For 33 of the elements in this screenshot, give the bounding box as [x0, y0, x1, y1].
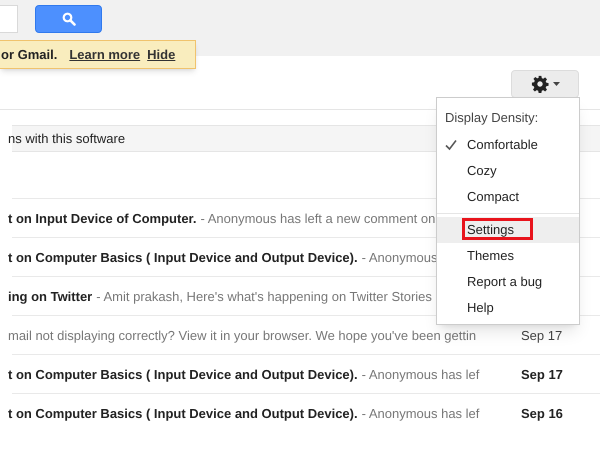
email-snippet: - Anonymous has left a new comment on	[200, 210, 436, 228]
info-text: ns with this software	[8, 130, 126, 148]
email-date: Sep 17	[521, 327, 562, 345]
email-snippet: - Anonymous	[362, 249, 438, 267]
email-snippet: - Amit prakash, Here's what's happening on Twitter Stories	[96, 288, 432, 306]
menu-item[interactable]: Compact	[467, 187, 520, 207]
menu-item[interactable]: Help	[467, 298, 494, 318]
search-button[interactable]	[35, 5, 102, 33]
menu-item[interactable]: Cozy	[467, 161, 497, 181]
email-snippet: - Anonymous has lef	[362, 366, 480, 384]
email-date: Sep 17	[521, 366, 563, 384]
menu-item[interactable]: Settings	[467, 220, 514, 240]
menu-item[interactable]: Themes	[467, 246, 514, 266]
search-icon	[62, 12, 76, 26]
email-subject: t on Input Device of Computer.	[8, 210, 197, 228]
banner-link[interactable]: Hide	[147, 44, 176, 64]
menu-heading: Display Density:	[444, 109, 538, 127]
settings-icon	[530, 75, 548, 93]
email-subject: ing on Twitter	[8, 288, 92, 306]
menu-item[interactable]: Comfortable	[467, 135, 538, 155]
caret-icon	[552, 82, 560, 86]
search-field[interactable]	[0, 5, 18, 33]
email-date: Sep 16	[521, 405, 563, 423]
notice-text: or Gmail.	[1, 46, 58, 64]
email-snippet: - Anonymous has lef	[362, 405, 480, 423]
email-subject: t on Computer Basics ( Input Device and Output Device).	[8, 366, 358, 384]
settings-button[interactable]	[511, 70, 579, 98]
annotation-box	[462, 218, 533, 240]
menu-item[interactable]: Report a bug	[467, 272, 542, 292]
email-subject: t on Computer Basics ( Input Device and Output Device).	[8, 405, 358, 423]
email-subject: t on Computer Basics ( Input Device and Output Device).	[8, 249, 358, 267]
banner-link[interactable]: Learn more	[69, 44, 140, 64]
email-snippet: mail not displaying correctly? View it in your browser. We hope you've been gettin	[8, 327, 476, 345]
